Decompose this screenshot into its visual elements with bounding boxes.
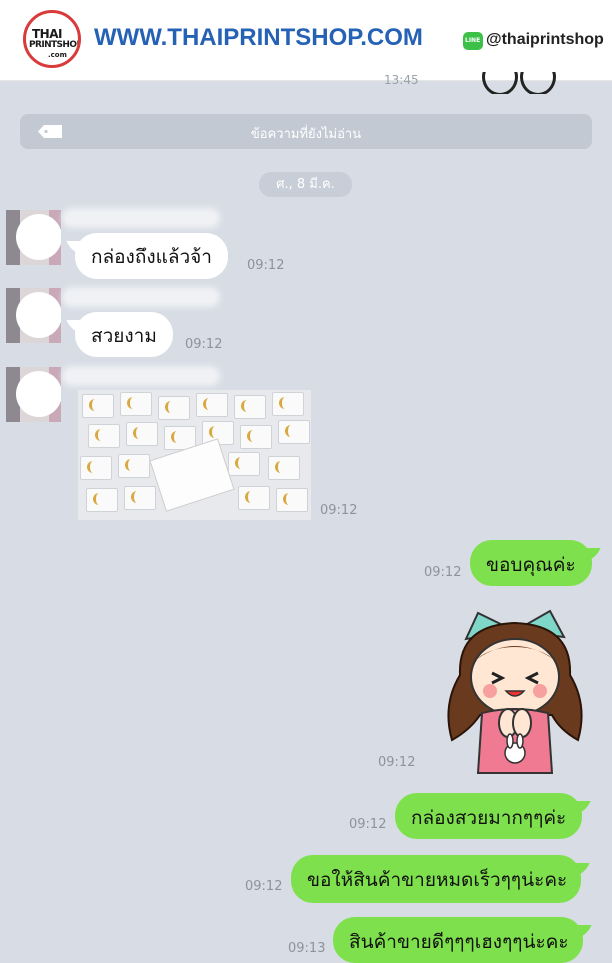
girl-bow-sticker[interactable] <box>440 605 590 780</box>
unread-messages-banner: ข้อความที่ยังไม่อ่าน <box>20 114 592 149</box>
message-bubble-outgoing[interactable]: ขอให้สินค้าขายหมดเร็วๆๆน่ะคะ <box>291 855 582 903</box>
logo-text-mid: PRINTSHOP <box>29 40 81 50</box>
sender-name-redacted <box>66 291 216 303</box>
message-bubble-incoming[interactable]: กล่องถึงแล้วจ้า <box>75 233 228 279</box>
message-time: 09:13 <box>288 941 326 956</box>
unread-banner-text: ข้อความที่ยังไม่อ่าน <box>250 127 362 142</box>
message-time: 09:12 <box>245 879 283 894</box>
logo-text-top: THAI <box>32 27 62 41</box>
message-bubble-outgoing[interactable]: กล่องสวยมากๆๆค่ะ <box>395 793 583 839</box>
date-divider: ศ., 8 มี.ค. <box>259 172 352 197</box>
message-bubble-outgoing[interactable]: สินค้าขายดีๆๆๆเฮงๆๆน่ะคะ <box>333 917 583 963</box>
sender-avatar[interactable] <box>6 210 61 265</box>
message-time: 09:12 <box>247 258 285 273</box>
thaiprintshop-logo[interactable]: THAI PRINTSHOP .com <box>23 10 81 68</box>
message-time: 09:12 <box>185 337 223 352</box>
previous-message-time: 13:45 <box>384 73 419 87</box>
message-bubble-outgoing[interactable]: ขอบคุณค่ะ <box>470 540 592 586</box>
logo-text-bottom: .com <box>48 51 67 59</box>
message-time: 09:12 <box>378 755 416 770</box>
product-boxes-photo[interactable] <box>78 390 311 520</box>
message-time: 09:12 <box>349 817 387 832</box>
sender-avatar[interactable] <box>6 288 61 343</box>
message-bubble-incoming[interactable]: สวยงาม <box>75 312 173 357</box>
sender-avatar[interactable] <box>6 367 61 422</box>
line-app-icon <box>463 32 483 50</box>
site-header: THAI PRINTSHOP .com WWW.THAIPRINTSHOP.CO… <box>0 0 612 81</box>
message-time: 09:12 <box>320 503 358 518</box>
site-url[interactable]: WWW.THAIPRINTSHOP.COM <box>94 24 423 52</box>
line-handle[interactable]: @thaiprintshop <box>486 31 604 49</box>
sender-name-redacted <box>66 370 216 382</box>
message-time: 09:12 <box>424 565 462 580</box>
sender-name-redacted <box>66 212 216 224</box>
previous-sticker <box>478 72 558 94</box>
